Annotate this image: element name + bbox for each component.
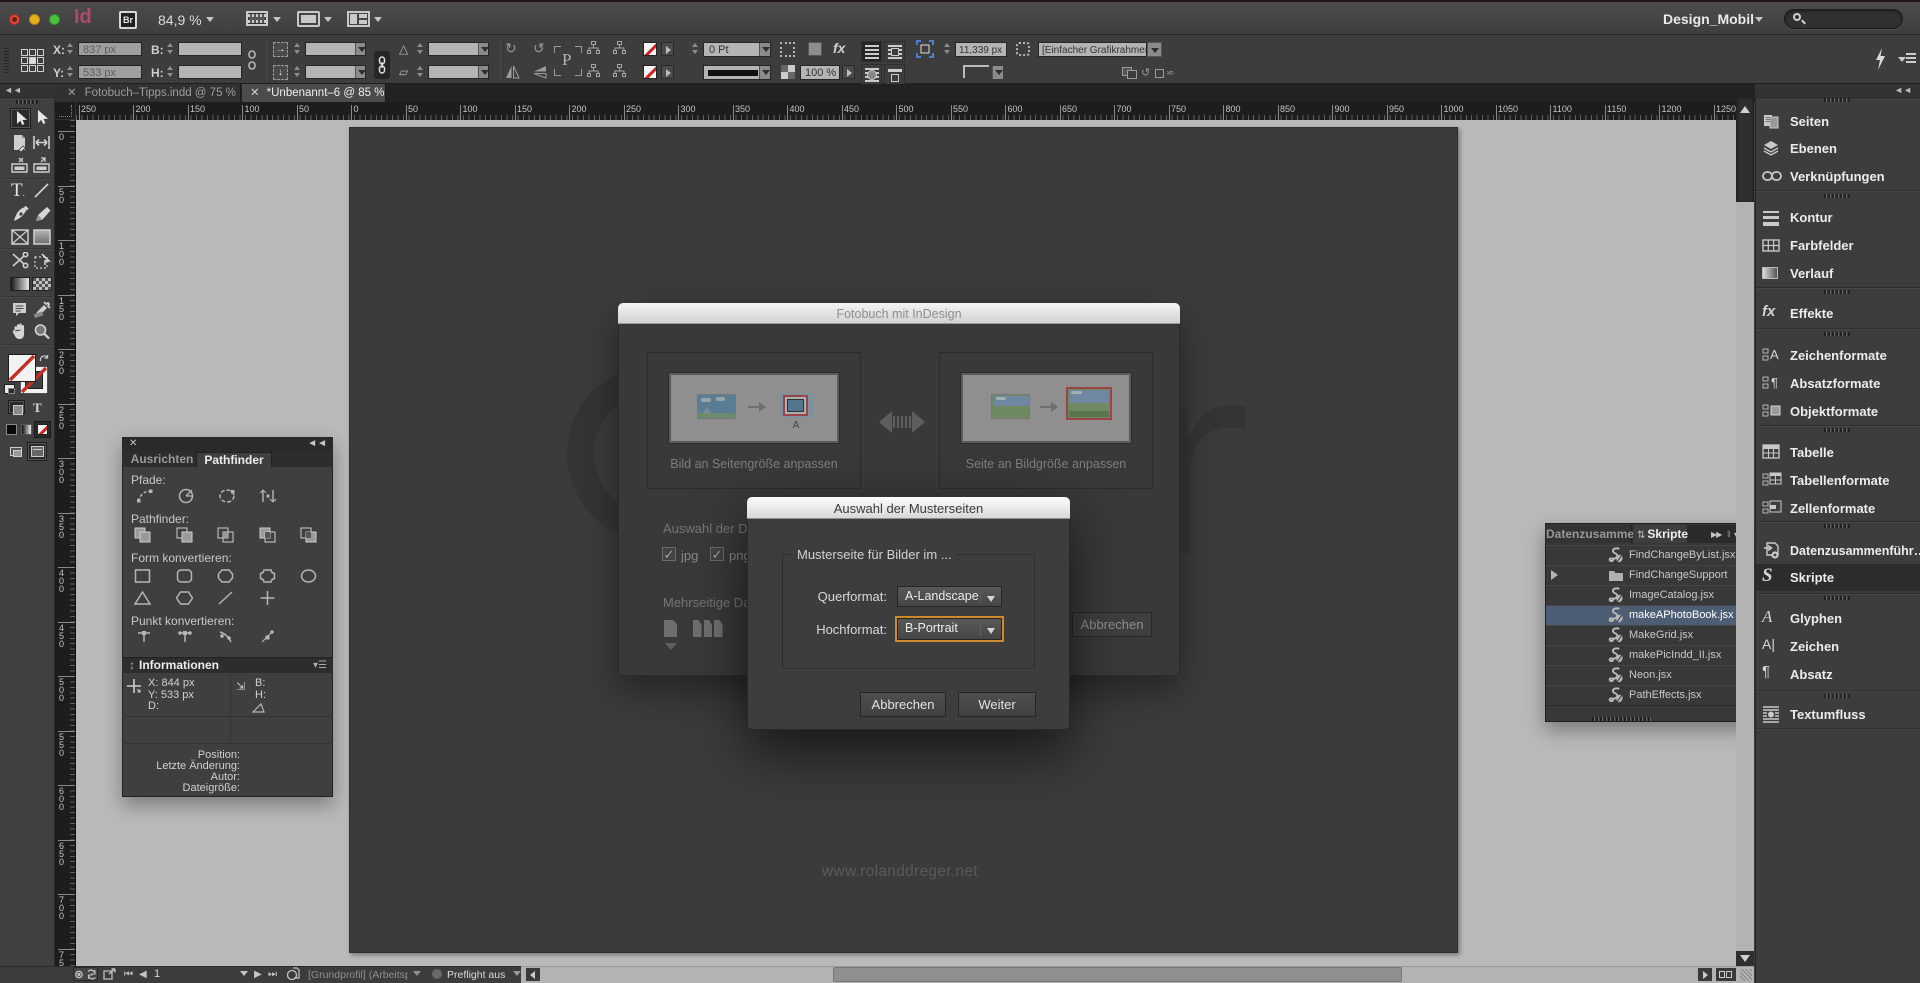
svg-text:¶: ¶: [1771, 375, 1778, 390]
svg-text:A: A: [1770, 347, 1779, 362]
